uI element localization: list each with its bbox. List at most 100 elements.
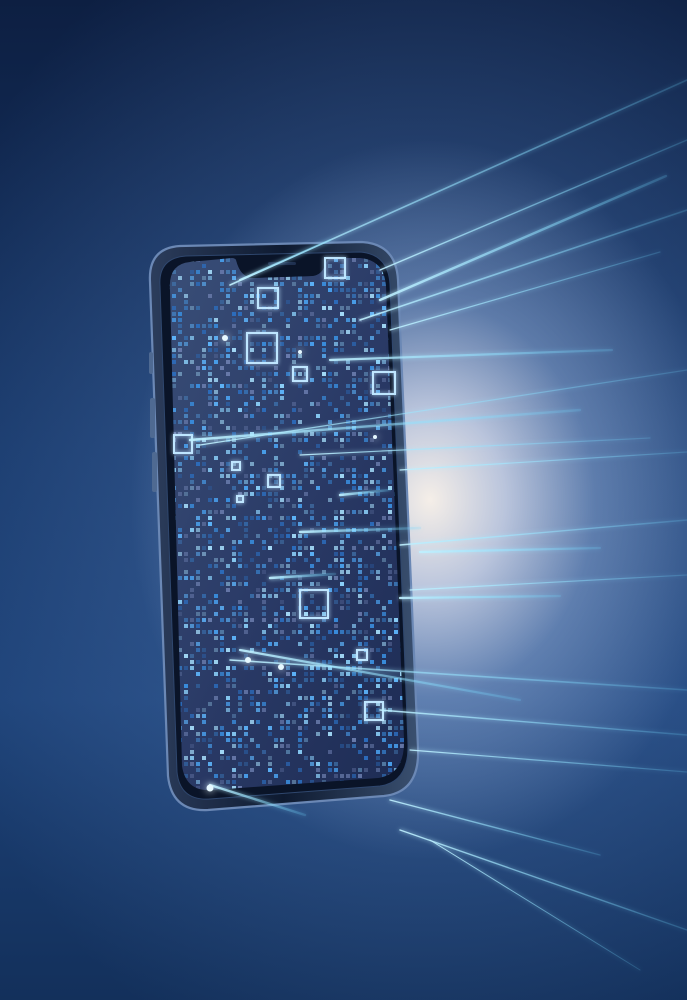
screen-pixel — [346, 276, 350, 280]
screen-pixel — [202, 276, 206, 280]
screen-pixel — [328, 708, 332, 712]
screen-pixel — [298, 546, 302, 550]
screen-pixel — [358, 294, 362, 298]
screen-pixel — [160, 756, 164, 760]
screen-pixel — [178, 612, 182, 616]
screen-pixel — [340, 342, 344, 346]
screen-pixel — [352, 774, 356, 778]
screen-pixel — [352, 672, 356, 676]
screen-pixel — [190, 654, 194, 658]
screen-pixel — [226, 462, 230, 466]
screen-pixel — [220, 780, 224, 784]
screen-pixel — [226, 288, 230, 292]
screen-pixel — [256, 372, 260, 376]
screen-pixel — [376, 762, 380, 766]
screen-pixel — [190, 618, 194, 622]
screen-pixel — [376, 384, 380, 388]
screen-pixel — [370, 504, 374, 508]
screen-pixel — [256, 690, 260, 694]
screen-pixel — [244, 414, 248, 418]
screen-pixel — [220, 354, 224, 358]
screen-pixel — [220, 510, 224, 514]
screen-pixel — [184, 360, 188, 364]
sparkle — [245, 657, 251, 663]
screen-pixel — [316, 414, 320, 418]
screen-pixel — [370, 300, 374, 304]
screen-pixel — [238, 384, 242, 388]
screen-pixel — [292, 354, 296, 358]
screen-pixel — [340, 558, 344, 562]
screen-pixel — [376, 366, 380, 370]
screen-pixel — [268, 492, 272, 496]
screen-pixel — [160, 738, 164, 742]
screen-pixel — [196, 270, 200, 274]
screen-pixel — [208, 390, 212, 394]
screen-pixel — [274, 390, 278, 394]
screen-pixel — [346, 594, 350, 598]
screen-pixel — [292, 702, 296, 706]
screen-pixel — [226, 450, 230, 454]
screen-pixel — [280, 444, 284, 448]
screen-pixel — [208, 702, 212, 706]
screen-pixel — [364, 372, 368, 376]
screen-pixel — [268, 672, 272, 676]
screen-pixel — [274, 426, 278, 430]
screen-pixel — [262, 354, 266, 358]
screen-pixel — [334, 546, 338, 550]
screen-pixel — [364, 696, 368, 700]
screen-pixel — [190, 384, 194, 388]
screen-pixel — [376, 522, 380, 526]
screen-pixel — [196, 414, 200, 418]
screen-pixel — [244, 294, 248, 298]
screen-pixel — [286, 726, 290, 730]
screen-pixel — [292, 408, 296, 412]
screen-pixel — [298, 294, 302, 298]
screen-pixel — [400, 798, 404, 802]
screen-pixel — [328, 564, 332, 568]
screen-pixel — [364, 480, 368, 484]
screen-pixel — [262, 702, 266, 706]
screen-pixel — [310, 654, 314, 658]
screen-pixel — [304, 318, 308, 322]
screen-pixel — [364, 564, 368, 568]
screen-pixel — [220, 732, 224, 736]
screen-pixel — [388, 678, 392, 682]
screen-pixel — [262, 450, 266, 454]
screen-pixel — [328, 264, 332, 268]
screen-pixel — [388, 444, 392, 448]
screen-pixel — [376, 270, 380, 274]
screen-pixel — [274, 492, 278, 496]
screen-pixel — [388, 498, 392, 502]
screen-pixel — [232, 318, 236, 322]
light-streak — [409, 749, 687, 773]
screen-pixel — [310, 468, 314, 472]
screen-pixel — [340, 264, 344, 268]
screen-pixel — [322, 468, 326, 472]
screen-pixel — [280, 744, 284, 748]
screen-pixel — [262, 570, 266, 574]
screen-pixel — [334, 372, 338, 376]
screen-pixel — [322, 396, 326, 400]
screen-pixel — [226, 402, 230, 406]
screen-pixel — [256, 438, 260, 442]
screen-pixel — [268, 762, 272, 766]
screen-pixel — [238, 450, 242, 454]
screen-pixel — [316, 486, 320, 490]
screen-pixel — [364, 690, 368, 694]
screen-pixel — [328, 402, 332, 406]
screen-pixel — [244, 456, 248, 460]
screen-pixel — [376, 420, 380, 424]
screen-pixel — [190, 558, 194, 562]
screen-pixel — [316, 768, 320, 772]
screen-pixel — [232, 768, 236, 772]
screen-pixel — [250, 390, 254, 394]
screen-pixel — [214, 360, 218, 364]
screen-pixel — [232, 558, 236, 562]
screen-pixel — [280, 636, 284, 640]
screen-pixel — [322, 606, 326, 610]
screen-pixel — [220, 558, 224, 562]
screen-pixel — [208, 546, 212, 550]
screen-pixel — [256, 744, 260, 748]
screen-pixel — [190, 588, 194, 592]
light-streak — [379, 139, 687, 271]
